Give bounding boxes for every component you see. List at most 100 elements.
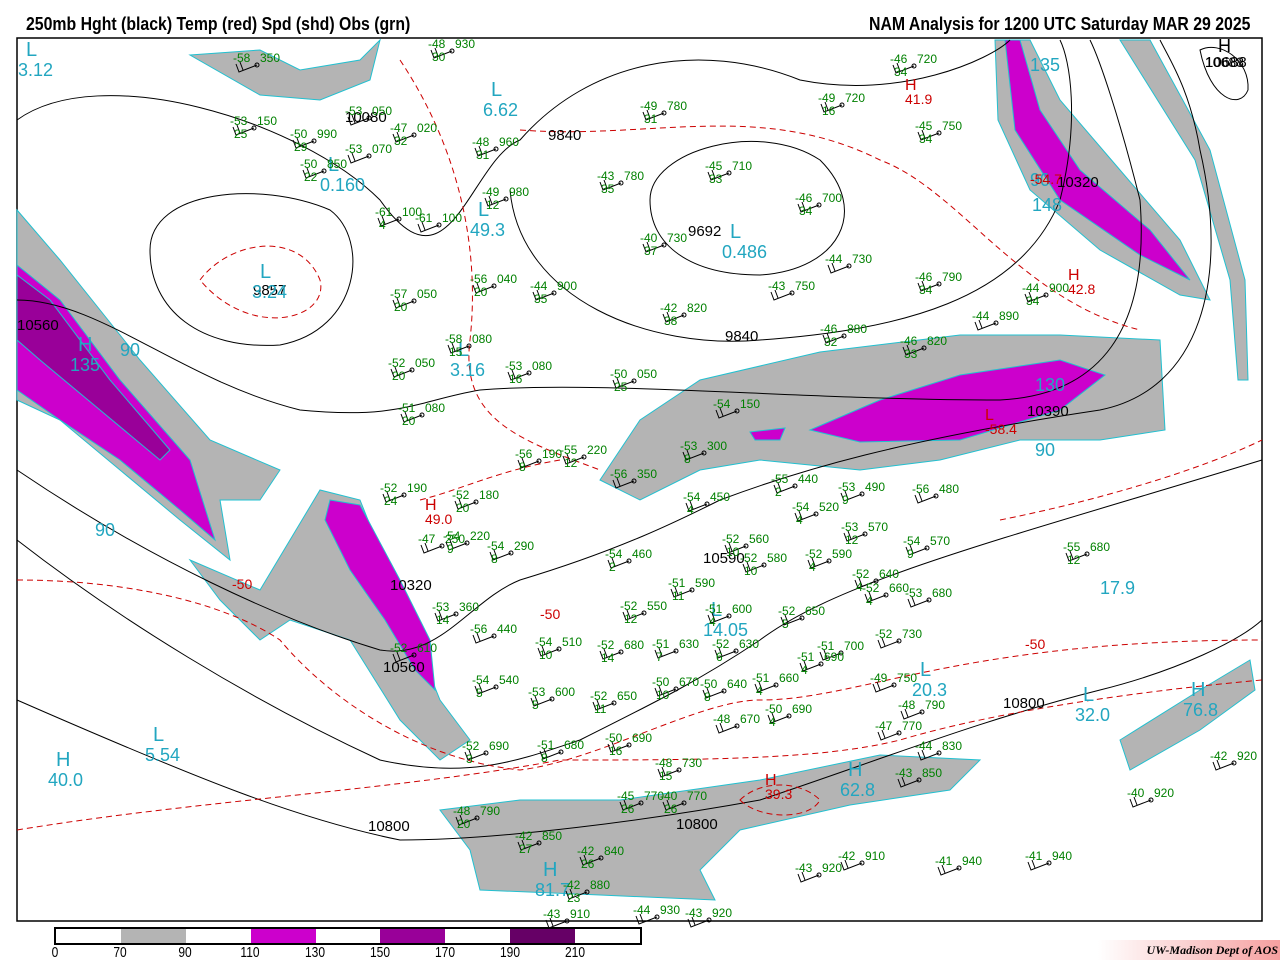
ob-temperature: -44 bbox=[1022, 281, 1040, 295]
speed-value-label: 148 bbox=[1032, 195, 1062, 215]
center-marker: L bbox=[26, 39, 37, 61]
ob-temperature: -51 bbox=[797, 650, 815, 664]
ob-height: 590 bbox=[832, 547, 852, 561]
ob-dewpoint-depression: 5 bbox=[476, 686, 483, 700]
ob-height: 190 bbox=[407, 481, 427, 495]
legend-label: 90 bbox=[178, 944, 192, 961]
ob-dewpoint-depression: 37 bbox=[644, 244, 658, 258]
ob-height: 730 bbox=[682, 756, 702, 770]
speed-value-label: 90 bbox=[95, 520, 115, 540]
legend-swatch bbox=[185, 929, 251, 943]
ob-temperature: -43 bbox=[597, 169, 615, 183]
ob-temperature: -53 bbox=[230, 114, 248, 128]
weather-map: 98409692985710080103201056010800 10800108… bbox=[16, 36, 1263, 929]
ob-height: 570 bbox=[868, 520, 888, 534]
ob-temperature: -61 bbox=[415, 211, 433, 225]
ob-height: 050 bbox=[415, 356, 435, 370]
ob-temperature: -52 bbox=[875, 627, 893, 641]
ob-height: 690 bbox=[792, 702, 812, 716]
ob-temperature: -41 bbox=[1025, 849, 1043, 863]
ob-temperature: -49 bbox=[818, 91, 836, 105]
temp-label: 49.0 bbox=[425, 511, 452, 527]
ob-temperature: -51 bbox=[398, 401, 416, 415]
ob-temperature: -52 bbox=[862, 581, 880, 595]
ob-temperature: -56 bbox=[610, 467, 628, 481]
ob-height: 720 bbox=[917, 52, 937, 66]
ob-height: 080 bbox=[472, 332, 492, 346]
ob-temperature: -51 bbox=[752, 671, 770, 685]
ob-height: 910 bbox=[570, 907, 590, 921]
ob-dewpoint-depression: 20 bbox=[456, 501, 470, 515]
ob-height: 550 bbox=[647, 599, 667, 613]
ob-temperature: -50 bbox=[765, 702, 783, 716]
ob-height: 700 bbox=[822, 191, 842, 205]
ob-dewpoint-depression: 32 bbox=[394, 134, 408, 148]
ob-temperature: -52 bbox=[620, 599, 638, 613]
ob-temperature: -49 bbox=[640, 99, 658, 113]
ob-temperature: -53 bbox=[841, 520, 859, 534]
ob-dewpoint-depression: 34 bbox=[894, 65, 908, 79]
height-label: 10320 bbox=[390, 577, 432, 594]
speed-value-label: 90 bbox=[1035, 440, 1055, 460]
ob-temperature: -54 bbox=[472, 673, 490, 687]
ob-temperature: -54 bbox=[535, 635, 553, 649]
height-label: 10560 bbox=[17, 317, 59, 334]
ob-height: 040 bbox=[497, 272, 517, 286]
ob-temperature: -42 bbox=[660, 301, 678, 315]
ob-temperature: -44 bbox=[633, 903, 651, 917]
ob-height: 750 bbox=[942, 119, 962, 133]
center-marker: L bbox=[1083, 684, 1094, 706]
ob-height: 920 bbox=[1237, 749, 1257, 763]
legend-label: 110 bbox=[240, 944, 260, 961]
ob-height: 640 bbox=[727, 677, 747, 691]
ob-height: 920 bbox=[1154, 786, 1174, 800]
ob-height: 100 bbox=[442, 211, 462, 225]
ob-temperature: -51 bbox=[705, 602, 723, 616]
ob-temperature: -52 bbox=[597, 638, 615, 652]
ob-height: 850 bbox=[542, 829, 562, 843]
ob-temperature: -42 bbox=[1210, 749, 1228, 763]
ob-height: 830 bbox=[942, 739, 962, 753]
ob-temperature: -48 bbox=[472, 135, 490, 149]
ob-temperature: -51 bbox=[537, 738, 555, 752]
ob-dewpoint-depression: 8 bbox=[704, 690, 711, 704]
ob-height: 540 bbox=[499, 673, 519, 687]
ob-temperature: -43 bbox=[895, 766, 913, 780]
legend-swatch bbox=[445, 929, 511, 943]
ob-dewpoint-depression: 24 bbox=[384, 494, 398, 508]
speed-value-label: 0.486 bbox=[722, 242, 767, 262]
ob-temperature: -48 bbox=[898, 698, 916, 712]
ob-temperature: -52 bbox=[590, 689, 608, 703]
ob-dewpoint-depression: 10 bbox=[726, 545, 740, 559]
speed-value-label: 49.3 bbox=[470, 220, 505, 240]
ob-height: 670 bbox=[679, 675, 699, 689]
height-label: 9840 bbox=[725, 328, 758, 345]
ob-height: 690 bbox=[824, 650, 844, 664]
ob-height: 850 bbox=[922, 766, 942, 780]
ob-temperature: -44 bbox=[972, 309, 990, 323]
speed-value-label: 40.0 bbox=[48, 770, 83, 790]
ob-temperature: -43 bbox=[543, 907, 561, 921]
ob-height: 570 bbox=[930, 534, 950, 548]
ob-temperature: -40 bbox=[1127, 786, 1145, 800]
ob-temperature: -51 bbox=[668, 576, 686, 590]
ob-height: 880 bbox=[847, 322, 867, 336]
temp-label: -58.4 bbox=[985, 421, 1017, 437]
ob-dewpoint-depression: 11 bbox=[594, 702, 607, 716]
ob-temperature: -53 bbox=[680, 439, 698, 453]
ob-dewpoint-depression: 27 bbox=[519, 842, 533, 856]
ob-temperature: -56 bbox=[470, 622, 488, 636]
ob-height: 980 bbox=[509, 185, 529, 199]
ob-height: 350 bbox=[637, 467, 657, 481]
ob-temperature: -48 bbox=[428, 37, 446, 51]
height-label: 10560 bbox=[383, 659, 425, 676]
ob-temperature: -44 bbox=[530, 279, 548, 293]
ob-dewpoint-depression: 26 bbox=[581, 857, 595, 871]
speed-value-label: 20.3 bbox=[912, 680, 947, 700]
ob-temperature: -55 bbox=[560, 443, 578, 457]
ob-temperature: -40 bbox=[660, 789, 678, 803]
ob-temperature: -42 bbox=[515, 829, 533, 843]
ob-temperature: -41 bbox=[935, 854, 953, 868]
center-marker: H bbox=[543, 859, 557, 881]
ob-dewpoint-depression: 3 bbox=[466, 752, 473, 766]
